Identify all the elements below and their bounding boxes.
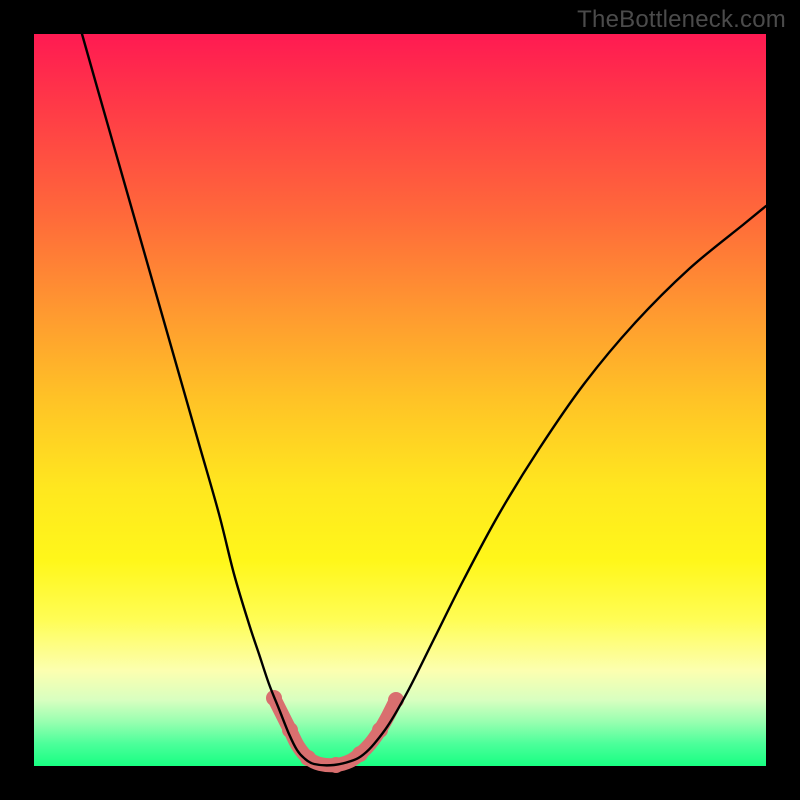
watermark-text: TheBottleneck.com	[577, 6, 786, 34]
highlight-marker	[388, 692, 404, 708]
outer-frame: TheBottleneck.com	[0, 0, 800, 800]
bottleneck-curve	[82, 34, 766, 765]
plot-area	[34, 34, 766, 766]
chart-svg	[34, 34, 766, 766]
